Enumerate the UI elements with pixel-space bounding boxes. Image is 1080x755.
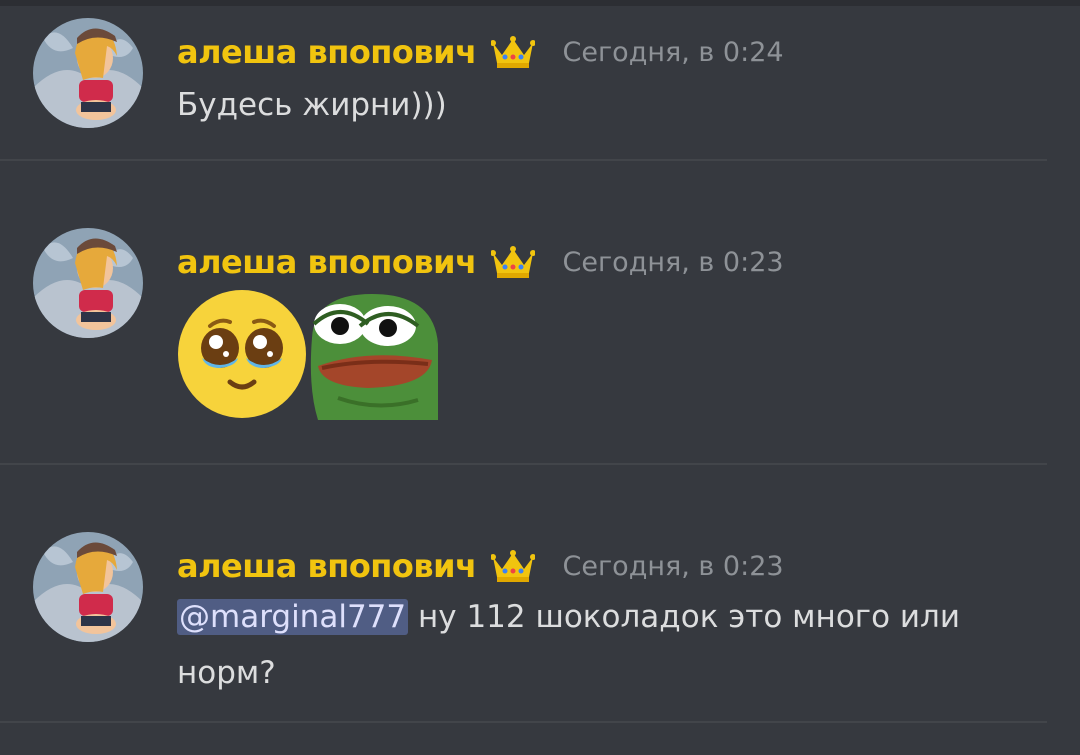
message-text: Будесь жирни))): [177, 87, 447, 123]
avatar[interactable]: [33, 18, 143, 128]
emoji-row: [176, 286, 440, 421]
divider: [0, 721, 1047, 723]
message-text-line2: норм?: [177, 655, 276, 691]
username[interactable]: алеша впопович: [177, 547, 477, 585]
message-feed: алеша впопович Сегодня, в 0:24 Будесь жи…: [0, 0, 1080, 755]
message-text-line1: ну 112 шоколадок это много или: [408, 599, 961, 635]
message-header: алеша впопович Сегодня, в 0:23: [177, 543, 784, 589]
crown-icon: [490, 246, 535, 278]
message-text: @marginal777 ну 112 шоколадок это много …: [177, 589, 1027, 701]
message-header: алеша впопович Сегодня, в 0:23: [177, 239, 784, 285]
crown-icon: [490, 550, 535, 582]
username[interactable]: алеша впопович: [177, 33, 477, 71]
divider: [0, 463, 1047, 465]
pepe-frog-emoji[interactable]: [308, 287, 440, 420]
username[interactable]: алеша впопович: [177, 243, 477, 281]
timestamp: Сегодня, в 0:24: [562, 36, 784, 68]
user-mention[interactable]: @marginal777: [177, 599, 409, 635]
avatar[interactable]: [33, 228, 143, 338]
divider: [0, 159, 1047, 161]
pleading-face-emoji[interactable]: [176, 288, 308, 420]
message-header: алеша впопович Сегодня, в 0:24: [177, 29, 784, 75]
crown-icon: [490, 36, 535, 68]
timestamp: Сегодня, в 0:23: [562, 550, 784, 582]
timestamp: Сегодня, в 0:23: [562, 246, 784, 278]
avatar[interactable]: [33, 532, 143, 642]
